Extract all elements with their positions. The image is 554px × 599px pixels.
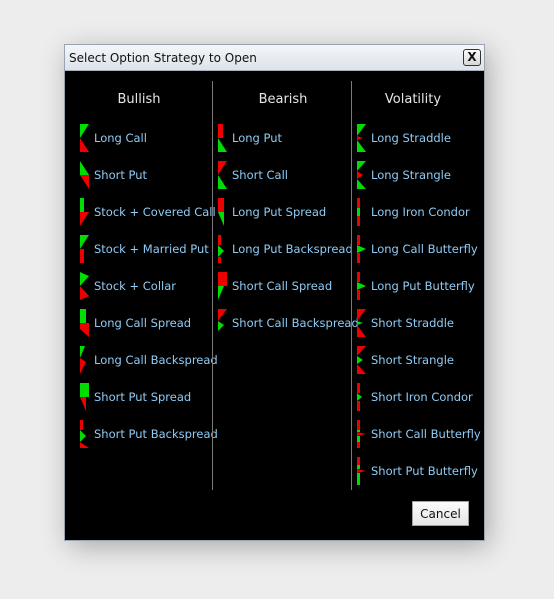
dialog-title: Select Option Strategy to Open [69,51,257,65]
strategy-item-label: Long Strangle [371,168,451,182]
strategy-item-label: Stock + Collar [94,279,177,293]
cancel-button[interactable]: Cancel [412,501,469,526]
strategy-item-label: Short Straddle [371,316,454,330]
covered-call-payoff-icon [80,198,89,226]
strategy-item-label: Short Iron Condor [371,390,473,404]
column-bullish: Bullish Long Call Short Put Stock + Covere… [65,71,218,491]
strategy-item-label: Short Put [94,168,148,182]
column-header-volatility: Volatility [384,92,442,107]
long-call-spread-payoff-icon [80,309,89,337]
short-call-spread-payoff-icon [218,272,227,300]
strategy-item-label: Short Put Butterfly [371,464,478,478]
strategy-item-label: Long Put Butterfly [371,279,475,293]
column-volatility: Volatility Long Straddle Long Strangle Lon… [342,71,484,491]
strategy-item-label: Long Put Backspread [232,242,353,256]
close-button[interactable]: X [463,49,481,66]
short-call-payoff-icon [218,161,227,189]
long-call-butterfly-payoff-icon [357,235,366,263]
column-header-bullish: Bullish [117,92,161,107]
long-put-spread-payoff-icon [218,198,224,226]
strategy-item-label: Long Call Spread [94,316,192,330]
short-iron-condor-payoff-icon [357,383,362,411]
married-put-payoff-icon [80,235,89,263]
short-straddle-payoff-icon [357,309,366,337]
strategy-item-label: Long Straddle [371,131,451,145]
collar-payoff-icon [80,272,89,300]
strategy-item-label: Long Iron Condor [371,205,470,219]
strategy-item-label: Long Call Butterfly [371,242,478,256]
strategy-item-label: Short Strangle [371,353,454,367]
short-put-payoff-icon [80,161,89,189]
short-put-spread-payoff-icon [80,383,89,411]
long-call-payoff-icon [80,124,89,152]
strategy-item-label: Long Call [94,131,147,145]
strategy-item-label: Long Call Backspread [94,353,218,367]
short-call-butterfly-payoff-icon [357,420,366,448]
strategy-item-label: Short Put Backspread [94,427,218,441]
strategy-item-label: Stock + Married Put [94,242,209,256]
short-put-butterfly-payoff-icon [357,457,366,485]
long-put-backspread-payoff-icon [218,235,224,263]
short-call-backspread-payoff-icon [218,309,227,331]
short-strangle-payoff-icon [357,346,366,374]
column-bearish: Bearish Long Put Short Call Long Put Sprea… [203,71,363,491]
strategy-item-label: Stock + Covered Call [94,205,216,219]
long-strangle-payoff-icon [357,161,366,189]
long-iron-condor-payoff-icon [357,198,360,226]
long-put-payoff-icon [218,124,227,152]
strategy-item-label: Short Call [232,168,288,182]
strategy-dialog: Select Option Strategy to Open X Bullish… [65,45,484,540]
long-straddle-payoff-icon [357,124,366,152]
long-put-butterfly-payoff-icon [357,272,366,300]
strategy-item-label: Short Put Spread [94,390,192,404]
strategy-item-label: Long Put Spread [232,205,327,219]
strategy-item-label: Short Call Butterfly [371,427,481,441]
strategy-item-label: Long Put [232,131,283,145]
long-call-backspread-payoff-icon [80,346,86,374]
short-put-backspread-payoff-icon [80,420,89,448]
dialog-titlebar: Select Option Strategy to Open X [65,45,484,71]
column-header-bearish: Bearish [258,92,308,107]
strategy-item-label: Short Call Backspread [232,316,359,330]
strategy-item-label: Short Call Spread [232,279,333,293]
